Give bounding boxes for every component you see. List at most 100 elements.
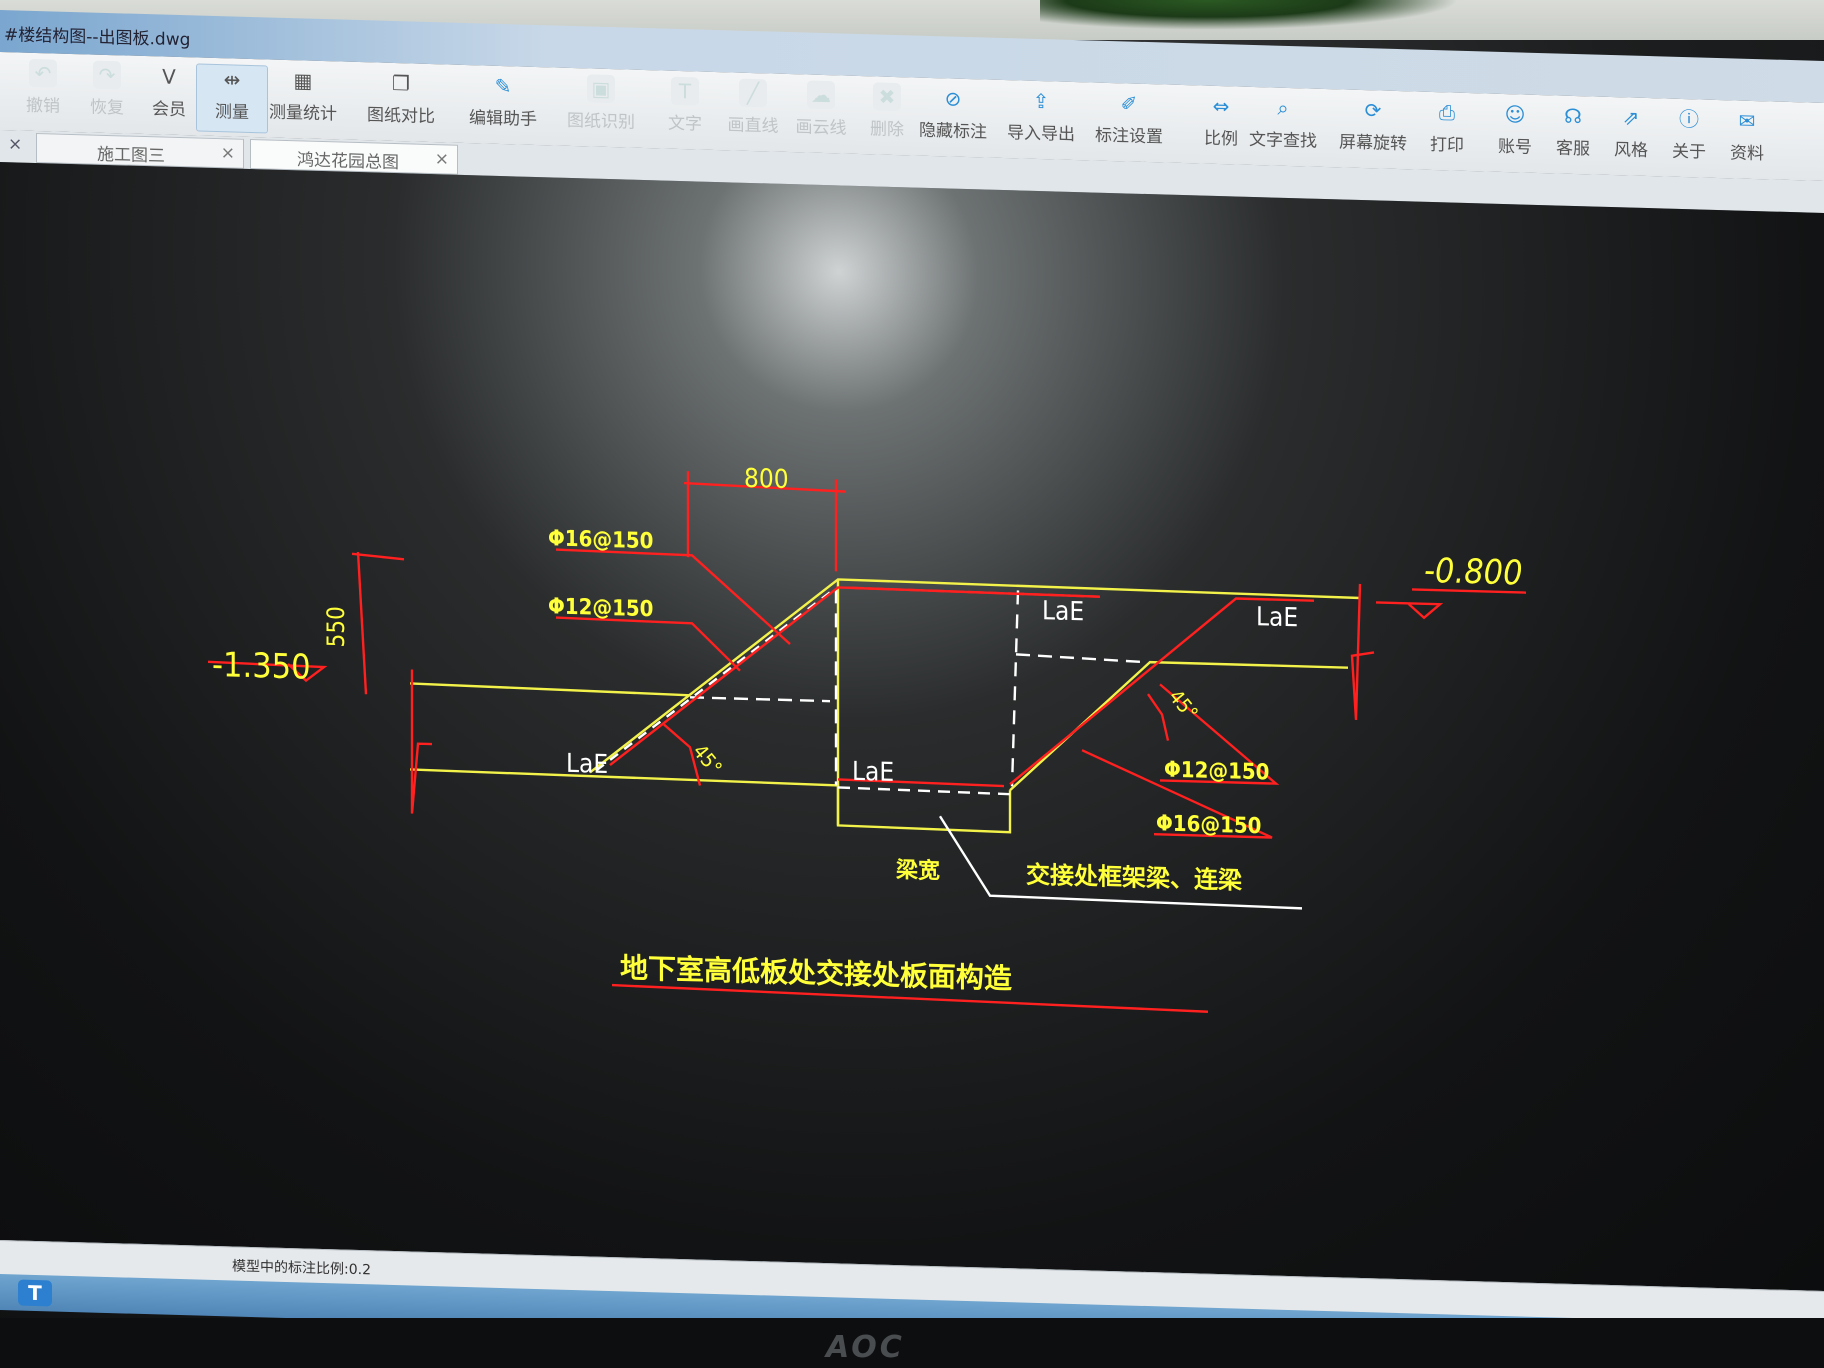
angle-label-left: 45° <box>688 740 727 780</box>
toolbar-label: 测量 <box>215 102 249 123</box>
toolbar-label: 风格 <box>1614 140 1648 162</box>
toolbar-label: 资料 <box>1730 143 1764 165</box>
toolbar-button-16[interactable]: ⌕ 文字查找 <box>1248 93 1318 161</box>
monitor-brand-logo: AOC <box>826 1330 905 1365</box>
window-title: #楼结构图--出图板.dwg <box>4 25 191 51</box>
toolbar-button-5[interactable]: ❐ 图纸对比 <box>366 68 436 136</box>
elevation-right: -0.800 <box>1424 551 1523 594</box>
break-line-left <box>410 669 432 814</box>
toolbar-button-10[interactable]: ☁ 画云线 <box>786 80 856 148</box>
beam-note-label: 交接处框架梁、连梁 <box>1026 861 1242 895</box>
toolbar-button-0[interactable]: ↶ 撤销 <box>8 58 78 126</box>
angle-label-right: 45° <box>1164 685 1203 725</box>
photo-frame: #楼结构图--出图板.dwg ↶ 撤销 ↷ 恢复 V 会员 ⇹ 测量 ▦ 测量统计 ❐ 图纸对比 ✎ 编辑… <box>0 0 1824 1368</box>
toolbar-button-14[interactable]: ✐ 标注设置 <box>1094 89 1164 157</box>
hide-annotation-icon: ⊘ <box>944 86 962 111</box>
cad-drawing: 800 550 -1.350 -0.800 Φ16@150 Φ12@150 Φ1… <box>207 464 1526 1013</box>
monitor-bezel <box>0 1318 1824 1368</box>
rebar-label-right-1: Φ12@150 <box>1164 758 1269 786</box>
elevation-left: -1.350 <box>212 645 311 688</box>
dimension-800: 800 <box>744 464 789 495</box>
angle-arc-right <box>1147 693 1170 741</box>
toolbar-label: 屏幕旋转 <box>1339 132 1407 155</box>
dashed-high <box>1015 653 1141 664</box>
toolbar-label: 文字 <box>668 113 702 135</box>
rotate-screen-icon: ⟳ <box>1364 98 1382 123</box>
recognize-icon: ▣ <box>587 74 615 104</box>
toolbar-button-17[interactable]: ⟳ 屏幕旋转 <box>1338 95 1408 163</box>
toolbar-label: 比例 <box>1204 128 1238 150</box>
toolbar-button-23[interactable]: ✉ 资料 <box>1712 106 1782 174</box>
toolbar-label: 图纸对比 <box>367 105 435 128</box>
resources-icon: ✉ <box>1738 108 1756 134</box>
status-text: 模型中的标注比例:0.2 <box>232 1258 371 1279</box>
toolbar-button-12[interactable]: ⊘ 隐藏标注 <box>918 84 988 152</box>
cloud-icon: ☁ <box>807 80 835 110</box>
toolbar-label: 关于 <box>1672 141 1706 163</box>
toolbar-label: 图纸识别 <box>567 110 635 133</box>
text-search-icon: ⌕ <box>1277 95 1289 120</box>
undo-icon: ↶ <box>29 58 57 88</box>
toolbar-label: 删除 <box>870 119 904 141</box>
dim-550-top <box>351 552 405 561</box>
toolbar-button-4[interactable]: ▦ 测量统计 <box>268 65 338 133</box>
toolbar-button-3[interactable]: ⇹ 测量 <box>196 63 268 134</box>
print-icon: ⎙ <box>1439 100 1455 125</box>
toolbar-label: 会员 <box>152 99 186 121</box>
drawing-canvas[interactable]: 800 550 -1.350 -0.800 Φ16@150 Φ12@150 Φ1… <box>0 162 1824 1291</box>
close-icon[interactable]: × <box>221 143 235 163</box>
slab-low-bottom-beam <box>409 768 1012 834</box>
toolbar-label: 账号 <box>1498 136 1532 158</box>
account-icon: ☺ <box>1504 102 1526 127</box>
toolbar-button-2[interactable]: V 会员 <box>134 62 204 130</box>
scale-icon: ⇔ <box>1212 93 1230 119</box>
dashed-beam-bottom <box>837 786 1011 796</box>
toolbar-label: 测量统计 <box>269 102 337 125</box>
toolbar-label: 打印 <box>1430 134 1464 156</box>
dashed-beam-right <box>1010 590 1020 787</box>
toolbar-button-15[interactable]: ⇔ 比例 <box>1186 91 1256 159</box>
monitor-screen: #楼结构图--出图板.dwg ↶ 撤销 ↷ 恢复 V 会员 ⇹ 测量 ▦ 测量统计 ❐ 图纸对比 ✎ 编辑… <box>0 10 1824 1361</box>
close-all-tabs-icon[interactable]: × <box>8 134 22 154</box>
toolbar-button-8[interactable]: T 文字 <box>650 76 720 144</box>
toolbar-label: 画云线 <box>795 117 847 139</box>
anchor-label-middle: LaE <box>852 757 894 788</box>
slab-low-top <box>409 682 691 697</box>
elevation-right-marker <box>1376 601 1444 620</box>
toolbar-button-11[interactable]: ✖ 删除 <box>852 82 922 150</box>
toolbar-button-18[interactable]: ⎙ 打印 <box>1412 97 1482 165</box>
measure-stats-icon: ▦ <box>293 68 313 93</box>
toolbar-label: 编辑助手 <box>469 108 537 130</box>
start-button[interactable]: T <box>18 1279 52 1307</box>
redo-icon: ↷ <box>93 60 121 90</box>
rebar-label-upper-left-1: Φ16@150 <box>548 526 653 554</box>
dashed-low <box>690 696 830 703</box>
rebar-top-left <box>609 586 1101 766</box>
toolbar-button-9[interactable]: ╱ 画直线 <box>718 78 788 146</box>
toolbar-label: 客服 <box>1556 138 1590 160</box>
import-export-icon: ⇪ <box>1032 88 1050 114</box>
leader-rebar-2 <box>555 616 741 672</box>
toolbar-label: 画直线 <box>727 115 779 137</box>
toolbar-button-1[interactable]: ↷ 恢复 <box>72 60 142 128</box>
toolbar-label: 标注设置 <box>1095 125 1163 148</box>
toolbar-label: 文字查找 <box>1249 129 1317 152</box>
anchor-label-left: LaE <box>566 749 608 780</box>
anchor-label-top-right: LaE <box>1256 602 1298 633</box>
close-icon[interactable]: × <box>435 149 449 169</box>
toolbar-button-7[interactable]: ▣ 图纸识别 <box>566 74 636 142</box>
annotation-settings-icon: ✐ <box>1120 91 1138 116</box>
vip-icon: V <box>162 64 176 89</box>
break-line-right <box>1350 583 1375 720</box>
toolbar-button-13[interactable]: ⇪ 导入导出 <box>1006 86 1076 154</box>
edit-assistant-icon: ✎ <box>494 73 512 99</box>
toolbar-label: 撤销 <box>26 95 60 117</box>
anchor-label-top-middle: LaE <box>1042 596 1084 627</box>
beam-width-label: 梁宽 <box>895 857 940 884</box>
support-icon: ☊ <box>1564 103 1582 129</box>
toolbar-label: 导入导出 <box>1007 123 1075 146</box>
toolbar-label: 隐藏标注 <box>919 120 987 143</box>
delete-icon: ✖ <box>873 82 901 112</box>
toolbar-button-6[interactable]: ✎ 编辑助手 <box>468 71 538 139</box>
line-icon: ╱ <box>739 78 767 108</box>
